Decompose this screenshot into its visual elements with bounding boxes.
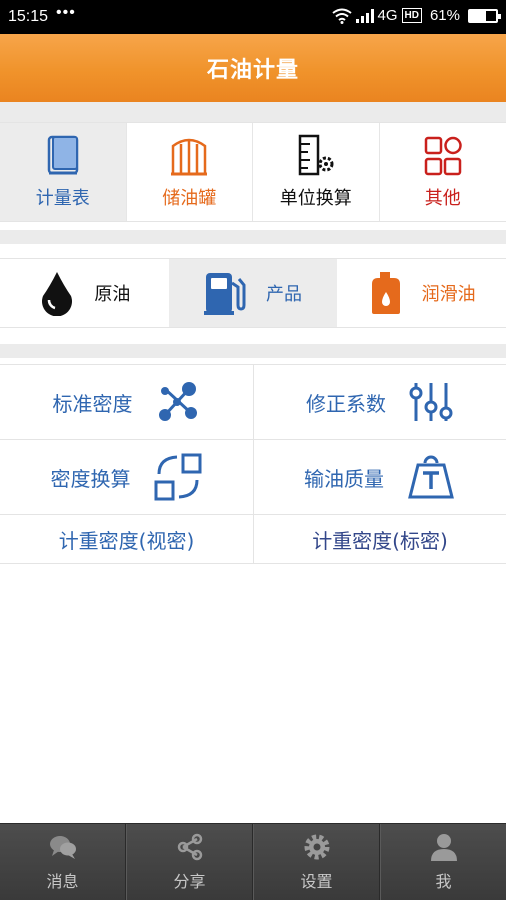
nav-label: 分享: [173, 872, 206, 891]
category-label: 计量表: [35, 188, 90, 209]
function-label: 计重密度(标密): [312, 528, 448, 553]
book-icon: [47, 135, 78, 175]
category-unit-conversion[interactable]: 单位换算: [253, 123, 380, 221]
network-type: 4G: [377, 7, 398, 24]
section-divider: [0, 230, 506, 244]
status-notification-dots: •••: [56, 4, 76, 21]
battery-icon: [468, 8, 501, 23]
oil-type-crude[interactable]: 原油: [0, 259, 169, 327]
oil-type-label: 产品: [266, 284, 302, 305]
function-label: 标准密度: [52, 391, 133, 416]
fuel-pump-icon: [204, 273, 246, 315]
category-other[interactable]: 其他: [380, 123, 506, 221]
weight-density-apparent-button[interactable]: 计重密度(视密): [0, 515, 253, 563]
density-conversion-button[interactable]: 密度换算: [0, 440, 253, 514]
category-meter-table[interactable]: 计量表: [0, 123, 127, 221]
lubricant-can-icon: [371, 272, 400, 314]
grid-icon: [424, 136, 462, 176]
standard-density-button[interactable]: 标准密度: [0, 365, 253, 439]
nav-label: 消息: [46, 872, 79, 891]
oil-type-lubricant[interactable]: 润滑油: [337, 259, 506, 327]
nav-share[interactable]: 分享: [126, 824, 253, 900]
settings-gear-icon: [304, 834, 329, 860]
category-label: 单位换算: [279, 188, 352, 209]
signal-icon: [355, 8, 374, 23]
nav-settings[interactable]: 设置: [253, 824, 380, 900]
weight-density-standard-button[interactable]: 计重密度(标密): [253, 515, 506, 563]
user-icon: [430, 834, 457, 861]
nav-me[interactable]: 我: [380, 824, 506, 900]
function-label: 计重密度(视密): [58, 528, 195, 553]
oil-drop-icon: [42, 272, 73, 316]
bottom-nav: 消息 分享 设置 我: [0, 823, 506, 900]
status-time: 15:15: [8, 8, 49, 25]
convert-icon: [154, 453, 201, 501]
app-header: 石油计量: [0, 34, 506, 102]
function-grid: 标准密度 修正系数 密度换算 输油质量 计重密度(视密) 计重密度(标密): [0, 364, 506, 564]
oil-mass-button[interactable]: 输油质量: [253, 440, 506, 514]
category-storage-tank[interactable]: 储油罐: [127, 123, 253, 221]
oil-type-label: 润滑油: [421, 284, 476, 305]
function-label: 密度换算: [50, 466, 131, 491]
status-indicators: 4G HD 61%: [331, 7, 501, 24]
oil-type-label: 原油: [94, 284, 131, 305]
category-label: 其他: [424, 188, 461, 209]
status-bar: 15:15 ••• 4G HD 61%: [0, 0, 506, 34]
section-divider: [0, 102, 506, 122]
nav-messages[interactable]: 消息: [0, 824, 126, 900]
molecule-icon: [158, 382, 197, 421]
share-icon: [177, 833, 202, 861]
sliders-icon: [409, 383, 453, 421]
nav-label: 设置: [300, 872, 333, 891]
oil-type-tabs: 原油 产品 润滑油: [0, 258, 506, 328]
wifi-icon: [331, 8, 352, 24]
tank-icon: [171, 138, 208, 176]
page-title: 石油计量: [206, 58, 299, 83]
weight-icon: [408, 455, 454, 499]
correction-factor-button[interactable]: 修正系数: [253, 365, 506, 439]
hd-badge: HD: [401, 8, 422, 23]
category-tabs: 计量表 储油罐 单位换算 其他: [0, 122, 506, 222]
category-label: 储油罐: [162, 188, 217, 209]
unit-conversion-icon: [298, 134, 334, 176]
function-label: 输油质量: [304, 466, 384, 491]
message-icon: [49, 836, 76, 859]
section-divider: [0, 344, 506, 358]
oil-type-product[interactable]: 产品: [168, 259, 338, 327]
battery-percent: 61%: [429, 7, 460, 24]
nav-label: 我: [435, 872, 452, 891]
function-label: 修正系数: [306, 391, 386, 416]
